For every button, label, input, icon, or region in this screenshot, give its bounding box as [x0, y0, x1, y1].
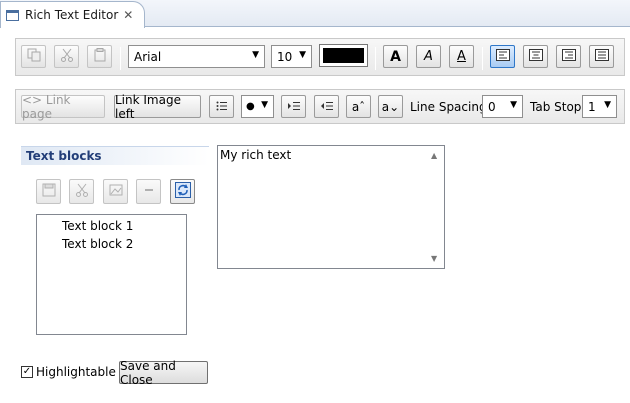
highlightable-checkbox[interactable]: ✓ — [21, 366, 33, 378]
cut-icon — [60, 48, 74, 65]
tab-stop-label: Tab Stop — [530, 100, 582, 114]
line-spacing-value: 0 — [488, 99, 496, 114]
close-icon[interactable]: ✕ — [123, 9, 133, 21]
tab-strip: Rich Text Editor ✕ — [0, 0, 630, 28]
chevron-down-icon: ▼ — [261, 100, 268, 110]
align-justify-icon — [594, 49, 609, 64]
outdent-icon — [320, 100, 333, 114]
align-left-button[interactable] — [490, 45, 515, 68]
align-left-icon — [495, 49, 510, 64]
align-right-icon — [561, 49, 576, 64]
text-color-button[interactable] — [319, 44, 368, 67]
copy-button[interactable] — [21, 45, 46, 68]
cut-block-button[interactable] — [69, 179, 94, 204]
tab-title: Rich Text Editor — [25, 8, 119, 22]
insert-image-block-button[interactable] — [103, 179, 128, 204]
copy-icon — [27, 48, 41, 65]
minus-icon — [142, 183, 156, 201]
tab-rich-text-editor[interactable]: Rich Text Editor ✕ — [0, 1, 145, 28]
text-blocks-list[interactable]: Text block 1 Text block 2 — [36, 214, 187, 335]
tab-stop-value: 1 — [588, 99, 596, 114]
indent-button[interactable] — [281, 95, 306, 118]
cut-button[interactable] — [54, 45, 79, 68]
save-icon — [42, 183, 56, 201]
bullet-style-select[interactable]: ● ▼ — [241, 95, 274, 118]
tab-stop-select[interactable]: 1 ▼ — [582, 95, 617, 118]
remove-block-button[interactable] — [136, 179, 161, 204]
font-family-select[interactable]: Arial ▼ — [128, 45, 265, 68]
rich-text-editor-area[interactable]: My rich text ▲ ▼ — [217, 145, 445, 269]
highlightable-label: Highlightable — [36, 365, 116, 379]
bold-button[interactable]: A — [383, 45, 408, 68]
subscript-button[interactable]: a⌄ — [378, 95, 403, 118]
chevron-down-icon: ▼ — [604, 100, 611, 110]
bullet-list-button[interactable] — [209, 95, 234, 118]
toolbar-separator — [375, 47, 376, 70]
line-spacing-label: Line Spacing — [410, 100, 487, 114]
chevron-down-icon: ▼ — [299, 50, 306, 60]
align-center-button[interactable] — [523, 45, 548, 68]
align-justify-button[interactable] — [589, 45, 614, 68]
refresh-blocks-button[interactable] — [170, 179, 195, 204]
list-item[interactable]: Text block 2 — [37, 235, 186, 253]
paste-icon — [93, 48, 107, 65]
refresh-icon — [174, 181, 191, 202]
formatting-toolbar: Arial ▼ 10 ▼ A A A — [15, 38, 625, 76]
italic-button[interactable]: A — [416, 45, 441, 68]
toolbar-separator — [482, 47, 483, 70]
line-spacing-select[interactable]: 0 ▼ — [482, 95, 523, 118]
indent-icon — [287, 100, 300, 114]
image-icon — [109, 183, 123, 201]
chevron-down-icon: ▼ — [252, 50, 259, 60]
font-family-value: Arial — [134, 49, 162, 64]
list-item[interactable]: Text block 1 — [37, 217, 186, 235]
link-page-button[interactable]: <> Link page — [21, 93, 105, 121]
paragraph-toolbar: <> Link page Link Image left ● ▼ aˆ a⌄ L… — [15, 89, 625, 124]
color-swatch — [323, 48, 364, 63]
scroll-down-icon[interactable]: ▼ — [431, 254, 437, 263]
font-size-value: 10 — [277, 49, 293, 64]
cut-icon — [75, 183, 89, 201]
bullet-style-value: ● — [246, 101, 255, 112]
align-right-button[interactable] — [556, 45, 581, 68]
align-center-icon — [528, 49, 543, 64]
save-and-close-button[interactable]: Save and Close — [119, 359, 208, 387]
window-icon — [6, 9, 19, 21]
chevron-down-icon: ▼ — [510, 100, 517, 110]
font-size-select[interactable]: 10 ▼ — [271, 45, 312, 68]
text-blocks-header: Text blocks — [21, 146, 209, 165]
superscript-button[interactable]: aˆ — [346, 95, 371, 118]
outdent-button[interactable] — [314, 95, 339, 118]
editor-content[interactable]: My rich text — [220, 148, 291, 162]
underline-button[interactable]: A — [449, 45, 474, 68]
save-block-button[interactable] — [36, 179, 61, 204]
vertical-scrollbar[interactable]: ▲ ▼ — [427, 146, 444, 268]
link-image-left-button[interactable]: Link Image left — [114, 93, 201, 121]
paste-button[interactable] — [87, 45, 112, 68]
bullet-list-icon — [216, 100, 228, 114]
scroll-up-icon[interactable]: ▲ — [431, 151, 437, 160]
toolbar-separator — [120, 47, 121, 70]
